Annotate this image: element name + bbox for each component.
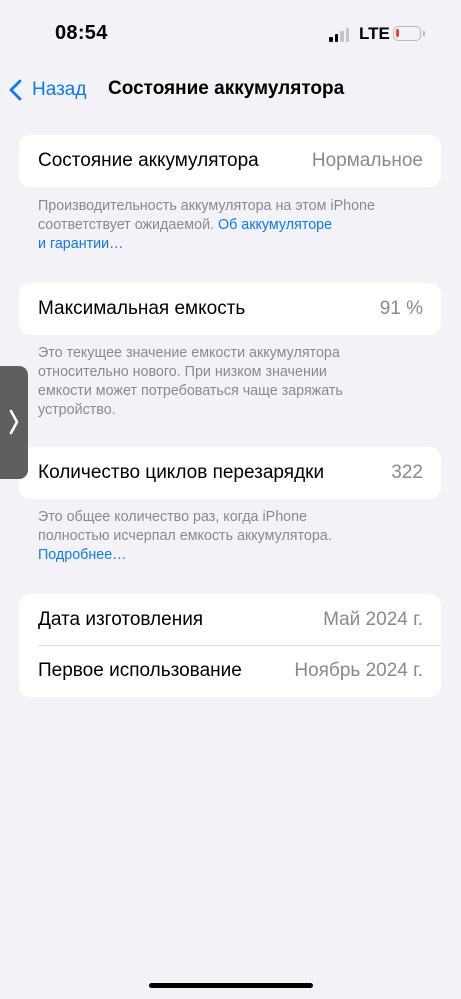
max-capacity-note-line: устройство. — [38, 402, 116, 418]
page-title: Состояние аккумулятора — [108, 78, 345, 99]
manufacture-date-label: Дата изготовления — [38, 609, 204, 630]
max-capacity-note-line: емкости может потребоваться чаще заряжат… — [38, 383, 343, 399]
dates-card: Дата изготовления Май 2024 г. Первое исп… — [19, 594, 441, 697]
max-capacity-note-line: Это текущее значение емкости аккумулятор… — [38, 345, 340, 361]
max-capacity-value: 91 % — [379, 298, 423, 319]
battery-health-note-line: соответствует ожидаемой. Об аккумуляторе — [38, 216, 418, 235]
about-battery-link-continued[interactable]: и гарантии… — [38, 235, 418, 254]
first-use-row: Первое использование Ноябрь 2024 г. — [19, 645, 441, 697]
battery-health-label: Состояние аккумулятора — [38, 150, 259, 171]
learn-more-link[interactable]: Подробнее… — [38, 546, 418, 565]
back-label: Назад — [32, 79, 87, 100]
side-drawer-handle[interactable] — [0, 366, 28, 479]
status-bar: 08:54 LTE — [0, 0, 461, 60]
home-indicator[interactable] — [149, 983, 313, 988]
cycle-count-note-line: Это общее количество раз, когда iPhone — [38, 509, 308, 525]
battery-health-row[interactable]: Состояние аккумулятора Нормальное — [19, 135, 441, 187]
battery-tip — [423, 31, 425, 36]
cycle-count-note-line: полностью исчерпал емкость аккумулятора. — [38, 528, 332, 544]
manufacture-date-value: Май 2024 г. — [323, 609, 423, 630]
navigation-bar: Назад Состояние аккумулятора — [0, 68, 461, 112]
cycle-count-value: 322 — [391, 462, 423, 483]
max-capacity-note: Это текущее значение емкости аккумулятор… — [38, 344, 418, 420]
battery-level-fill — [396, 29, 399, 37]
battery-icon — [393, 26, 421, 41]
about-battery-link[interactable]: Об аккумуляторе — [218, 217, 332, 233]
battery-health-note: Производительность аккумулятора на этом … — [38, 197, 418, 254]
first-use-value: Ноябрь 2024 г. — [294, 660, 423, 681]
cycle-count-note: Это общее количество раз, когда iPhone п… — [38, 508, 418, 565]
manufacture-date-row: Дата изготовления Май 2024 г. — [19, 594, 441, 646]
battery-health-note-text: соответствует ожидаемой. — [38, 217, 215, 233]
first-use-label: Первое использование — [38, 660, 242, 681]
max-capacity-note-line: относительно нового. При низком значении — [38, 364, 327, 380]
max-capacity-card: Максимальная емкость 91 % — [19, 283, 441, 335]
cellular-signal-icon — [329, 28, 351, 42]
chevron-right-icon — [9, 409, 19, 435]
back-button[interactable]: Назад — [8, 76, 86, 104]
cycle-count-label: Количество циклов перезарядки — [38, 462, 325, 483]
battery-health-note-line: Производительность аккумулятора на этом … — [38, 198, 375, 214]
max-capacity-row: Максимальная емкость 91 % — [19, 283, 441, 335]
cycle-count-card: Количество циклов перезарядки 322 — [19, 447, 441, 499]
status-time: 08:54 — [55, 22, 108, 44]
network-type: LTE — [359, 24, 390, 43]
cycle-count-row: Количество циклов перезарядки 322 — [19, 447, 441, 499]
max-capacity-label: Максимальная емкость — [38, 298, 246, 319]
battery-health-value: Нормальное — [311, 150, 423, 171]
chevron-left-icon — [9, 79, 22, 101]
battery-health-card: Состояние аккумулятора Нормальное — [19, 135, 441, 187]
